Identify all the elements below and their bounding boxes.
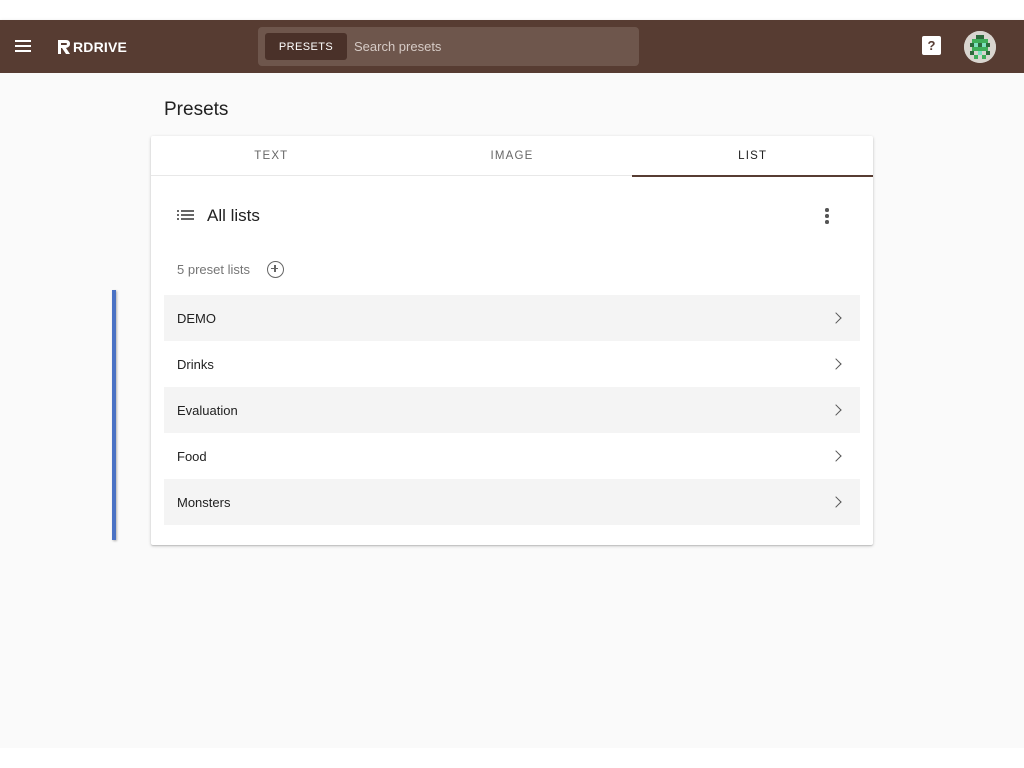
search-bar: PRESETS	[258, 27, 639, 66]
list-item[interactable]: Evaluation	[164, 387, 860, 433]
pixel-avatar-icon	[964, 31, 996, 63]
menu-icon[interactable]	[12, 34, 36, 58]
tab-text[interactable]: TEXT	[151, 136, 392, 176]
preset-list-count: 5 preset lists	[177, 261, 250, 277]
list-header: All lists	[177, 206, 260, 226]
list-title: All lists	[207, 206, 260, 225]
rdrive-logo-icon	[58, 40, 70, 54]
list-item[interactable]: DEMO	[164, 295, 860, 341]
add-circle-icon[interactable]	[266, 260, 284, 278]
preset-list: DEMO Drinks Evaluation Food Monsters	[164, 295, 860, 525]
list-count-row: 5 preset lists	[177, 259, 284, 279]
list-item[interactable]: Drinks	[164, 341, 860, 387]
chevron-right-icon	[830, 312, 842, 324]
list-item-label: DEMO	[177, 310, 216, 326]
list-item[interactable]: Monsters	[164, 479, 860, 525]
scroll-indicator	[112, 290, 116, 540]
page-title: Presets	[164, 99, 229, 120]
list-icon	[177, 209, 195, 223]
chevron-right-icon	[830, 404, 842, 416]
list-item-label: Monsters	[177, 494, 231, 510]
chevron-right-icon	[830, 496, 842, 508]
app-logo[interactable]: RDRIVE	[56, 37, 127, 57]
list-item-label: Food	[177, 448, 207, 464]
help-icon[interactable]: ?	[922, 36, 941, 55]
chevron-right-icon	[830, 358, 842, 370]
search-input[interactable]	[354, 39, 624, 54]
list-item-label: Evaluation	[177, 402, 238, 418]
chevron-right-icon	[830, 450, 842, 462]
app-bar: RDRIVE PRESETS ?	[0, 20, 1024, 73]
presets-card: TEXT IMAGE LIST All lists 5 preset lists…	[151, 136, 873, 545]
list-item[interactable]: Food	[164, 433, 860, 479]
avatar[interactable]	[964, 31, 996, 63]
main-content: Presets TEXT IMAGE LIST All lists 5 pres…	[0, 73, 1024, 748]
search-scope-chip[interactable]: PRESETS	[265, 33, 347, 60]
tab-image[interactable]: IMAGE	[392, 136, 633, 176]
tab-bar: TEXT IMAGE LIST	[151, 136, 873, 177]
tab-list[interactable]: LIST	[632, 136, 873, 177]
more-vert-icon[interactable]	[821, 207, 833, 225]
list-item-label: Drinks	[177, 356, 214, 372]
logo-text: RDRIVE	[73, 39, 128, 55]
bottom-strip	[0, 748, 1024, 768]
